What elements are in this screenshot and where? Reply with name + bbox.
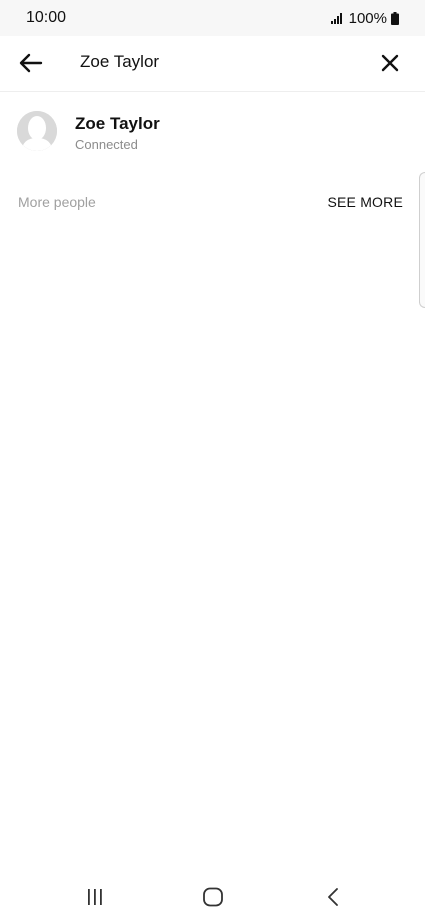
back-button[interactable] (14, 48, 48, 78)
avatar (17, 111, 57, 151)
status-time: 10:00 (26, 9, 67, 26)
edge-panel-handle[interactable] (419, 172, 425, 308)
more-people-label: More people (18, 194, 96, 210)
more-people-section: More people SEE MORE (0, 190, 425, 216)
battery-icon (391, 11, 399, 25)
recent-apps-icon (88, 889, 102, 905)
status-indicators: 100% (330, 9, 399, 27)
contact-status: Connected (75, 137, 138, 152)
close-icon (381, 54, 399, 72)
arrow-left-icon (19, 53, 43, 73)
contact-name: Zoe Taylor (75, 114, 160, 133)
back-nav-button[interactable] (313, 882, 353, 912)
contact-result-row[interactable]: Zoe Taylor Connected (0, 100, 425, 164)
status-bar: 10:00 100% (0, 0, 425, 36)
navigation-bar (0, 872, 425, 922)
back-icon (328, 888, 338, 906)
see-more-button[interactable]: SEE MORE (327, 194, 403, 210)
home-button[interactable] (193, 882, 233, 912)
clear-search-button[interactable] (375, 48, 405, 78)
recent-apps-button[interactable] (75, 882, 115, 912)
home-icon (203, 887, 223, 907)
search-query[interactable]: Zoe Taylor (80, 52, 159, 72)
search-header: Zoe Taylor (0, 36, 425, 92)
battery-percent: 100% (348, 9, 387, 27)
default-avatar-icon (17, 111, 57, 151)
signal-icon (330, 13, 342, 24)
